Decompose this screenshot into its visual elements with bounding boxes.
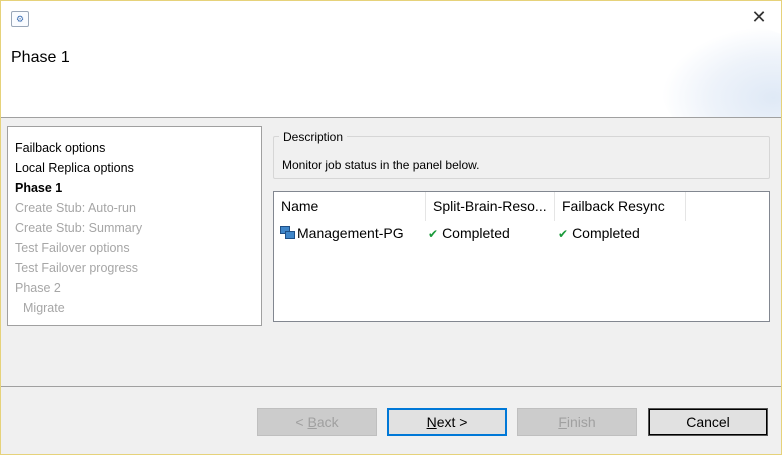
- column-header-name[interactable]: Name: [274, 192, 426, 221]
- step-phase-1: Phase 1: [15, 181, 63, 195]
- back-button-label: ack: [316, 414, 339, 430]
- step-failback-options: Failback options: [15, 141, 106, 155]
- step-local-replica-options: Local Replica options: [15, 161, 134, 175]
- vm-group-icon: [280, 226, 296, 240]
- split-brain-status: Completed: [442, 225, 510, 241]
- back-button-mnemonic: B: [307, 414, 317, 430]
- header-decoration: [661, 26, 781, 117]
- page-title: Phase 1: [11, 49, 70, 66]
- wizard-header: ⚙ ✕ Phase 1: [1, 1, 781, 118]
- description-text: Monitor job status in the panel below.: [282, 158, 480, 172]
- check-icon: ✔: [428, 227, 439, 241]
- step-migrate: Migrate: [23, 301, 65, 315]
- job-name: Management-PG: [297, 225, 404, 241]
- failback-resync-status-cell: ✔ Completed: [558, 222, 640, 244]
- back-button[interactable]: < Back: [257, 408, 377, 436]
- finish-button[interactable]: Finish: [517, 408, 637, 436]
- description-legend: Description: [279, 130, 348, 144]
- column-header-failback-resync[interactable]: Failback Resync: [555, 192, 686, 221]
- step-create-stub-summary: Create Stub: Summary: [15, 221, 143, 235]
- next-button-label: ext >: [436, 414, 468, 430]
- job-name-cell: Management-PG: [280, 222, 404, 244]
- wizard-steps-panel: Failback options Local Replica options P…: [7, 126, 262, 326]
- column-header-split-brain[interactable]: Split-Brain-Reso...: [426, 192, 555, 221]
- next-button-mnemonic: N: [426, 414, 437, 430]
- close-icon[interactable]: ✕: [751, 8, 767, 26]
- description-group: Description Monitor job status in the pa…: [273, 130, 770, 179]
- wizard-app-icon: ⚙: [11, 11, 29, 27]
- step-test-failover-progress: Test Failover progress: [15, 261, 138, 275]
- finish-button-mnemonic: F: [558, 414, 567, 430]
- back-button-prefix: <: [295, 414, 308, 430]
- finish-button-label: inish: [566, 414, 596, 430]
- job-status-list[interactable]: Name Split-Brain-Reso... Failback Resync…: [273, 191, 770, 322]
- cancel-button[interactable]: Cancel: [648, 408, 768, 436]
- failback-resync-status: Completed: [572, 225, 640, 241]
- footer-divider: [1, 386, 781, 387]
- step-test-failover-options: Test Failover options: [15, 241, 130, 255]
- step-create-stub-auto-run: Create Stub: Auto-run: [15, 201, 136, 215]
- step-phase-2: Phase 2: [15, 281, 61, 295]
- next-button[interactable]: Next >: [387, 408, 507, 436]
- wizard-window: ⚙ ✕ Phase 1 Failback options Local Repli…: [0, 0, 782, 455]
- check-icon: ✔: [558, 227, 569, 241]
- split-brain-status-cell: ✔ Completed: [428, 222, 510, 244]
